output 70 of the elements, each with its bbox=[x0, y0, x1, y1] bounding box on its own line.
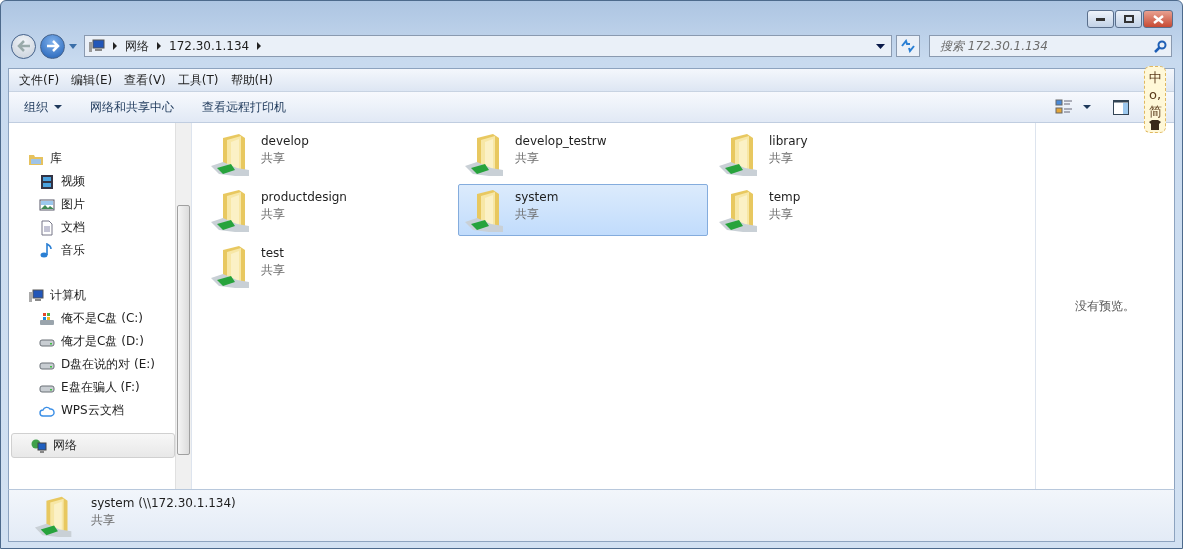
sidebar-item[interactable]: 库 bbox=[9, 147, 175, 170]
computer-icon bbox=[28, 287, 44, 304]
sidebar-item[interactable]: 俺才是C盘 (D:) bbox=[9, 330, 175, 353]
command-button[interactable]: 网络和共享中心 bbox=[80, 94, 184, 120]
close-icon bbox=[1152, 14, 1164, 24]
scrollbar[interactable] bbox=[175, 123, 191, 489]
search-field[interactable]: 搜索 172.30.1.134 bbox=[940, 39, 1154, 53]
details-title: system (\\172.30.1.134) bbox=[91, 496, 236, 510]
ime-key[interactable]: 简 bbox=[1148, 103, 1162, 120]
sidebar-item[interactable]: WPS云文档 bbox=[9, 399, 175, 422]
breadcrumb-arrow-icon[interactable] bbox=[157, 42, 161, 50]
folder-item[interactable]: temp 共享 bbox=[712, 184, 962, 236]
folder-item[interactable]: develop 共享 bbox=[204, 128, 454, 180]
ime-key[interactable]: o, bbox=[1148, 86, 1162, 103]
sidebar-item[interactable]: 网络 bbox=[11, 433, 175, 458]
windows-drive-icon bbox=[39, 310, 55, 327]
computer-icon bbox=[89, 39, 105, 53]
menu-item[interactable]: 编辑(E) bbox=[65, 71, 119, 89]
dropdown-caret-icon[interactable] bbox=[876, 43, 885, 49]
minimize-icon bbox=[1096, 17, 1105, 21]
sidebar-item[interactable]: 文档 bbox=[9, 216, 175, 239]
sidebar-item[interactable]: 音乐 bbox=[9, 239, 175, 262]
close-button[interactable] bbox=[1143, 10, 1173, 28]
caret-icon bbox=[54, 105, 62, 109]
sidebar-item[interactable]: 视频 bbox=[9, 170, 175, 193]
breadcrumb[interactable]: 网络 bbox=[125, 37, 149, 55]
sidebar-item[interactable]: E盘在骗人 (F:) bbox=[9, 376, 175, 399]
menu-item[interactable]: 文件(F) bbox=[13, 71, 66, 89]
breadcrumb-arrow-icon[interactable] bbox=[113, 42, 117, 50]
menu-item[interactable]: 工具(T) bbox=[171, 71, 225, 89]
document-icon bbox=[39, 219, 55, 236]
maximize-icon bbox=[1123, 15, 1134, 23]
picture-icon bbox=[39, 196, 55, 213]
sidebar-item[interactable]: D盘在说的对 (E:) bbox=[9, 353, 175, 376]
sidebar-item[interactable]: 计算机 bbox=[9, 284, 175, 307]
breadcrumb[interactable]: 172.30.1.134 bbox=[169, 39, 250, 53]
command-button[interactable]: 组织 bbox=[14, 94, 72, 120]
folder-item[interactable]: develop_testrw 共享 bbox=[458, 128, 708, 180]
breadcrumb-arrow-icon[interactable] bbox=[257, 42, 262, 50]
menu-item[interactable]: 查看(V) bbox=[118, 71, 172, 89]
folder-item[interactable]: test 共享 bbox=[204, 240, 454, 292]
preview-message: 没有预览。 bbox=[1075, 297, 1135, 315]
history-caret-icon[interactable] bbox=[69, 43, 77, 49]
folder-item[interactable]: system 共享 bbox=[458, 184, 708, 236]
ime-key[interactable]: 中 bbox=[1148, 69, 1162, 86]
music-note-icon bbox=[39, 242, 55, 259]
details-subtitle: 共享 bbox=[91, 512, 116, 529]
network-icon bbox=[31, 437, 47, 454]
refresh-button[interactable] bbox=[896, 35, 920, 57]
search-box[interactable]: 搜索 172.30.1.134 bbox=[929, 35, 1172, 57]
maximize-button[interactable] bbox=[1115, 10, 1142, 28]
search-icon[interactable] bbox=[1154, 39, 1167, 53]
refresh-icon bbox=[900, 39, 916, 53]
folder-item[interactable]: productdesign 共享 bbox=[204, 184, 454, 236]
shirt-icon[interactable] bbox=[1149, 120, 1161, 130]
view-options-icon[interactable] bbox=[1055, 99, 1073, 115]
forward-button[interactable] bbox=[40, 33, 65, 59]
menu-item[interactable]: 帮助(H) bbox=[224, 71, 279, 89]
caret-icon[interactable] bbox=[1083, 105, 1091, 109]
forward-arrow-icon bbox=[45, 40, 60, 52]
folder-item[interactable]: library 共享 bbox=[712, 128, 962, 180]
address-bar[interactable]: 网络 172.30.1.134 bbox=[84, 35, 892, 57]
film-icon bbox=[39, 173, 55, 190]
sidebar-item[interactable]: 俺不是C盘 (C:) bbox=[9, 307, 175, 330]
back-arrow-icon bbox=[16, 40, 31, 52]
preview-pane-icon[interactable] bbox=[1113, 99, 1129, 115]
command-button[interactable]: 查看远程打印机 bbox=[192, 94, 296, 120]
sidebar-item[interactable]: 图片 bbox=[9, 193, 175, 216]
back-button[interactable] bbox=[11, 33, 36, 59]
minimize-button[interactable] bbox=[1087, 10, 1114, 28]
